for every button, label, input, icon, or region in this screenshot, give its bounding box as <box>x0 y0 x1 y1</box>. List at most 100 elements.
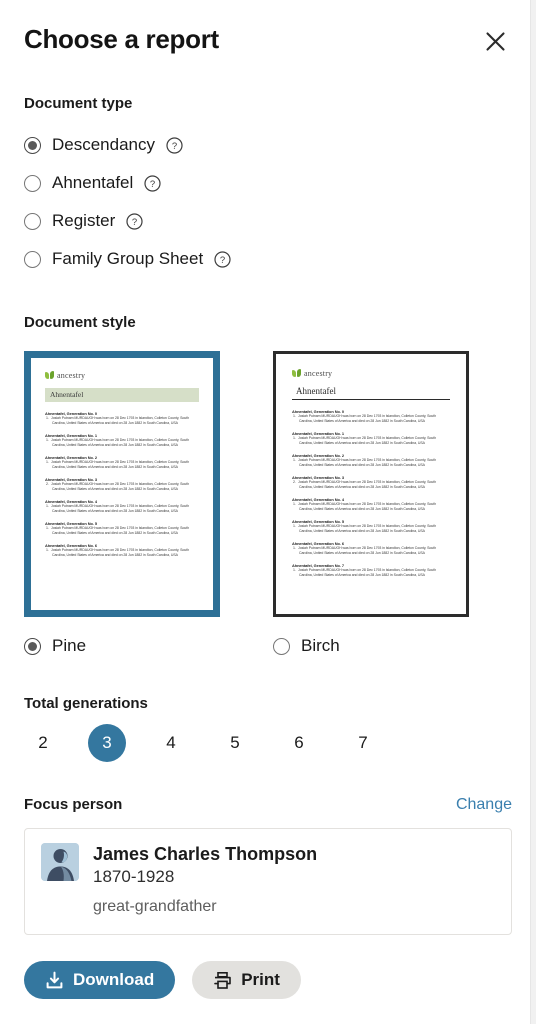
style-label: Birch <box>301 636 340 655</box>
pine-preview-thumbnail[interactable]: ancestry Ahnentafel Ahnentafel, Generati… <box>24 351 220 617</box>
preview-entry-text: Josiah Putnam MURDAUGH was born on 28 De… <box>51 482 189 491</box>
preview-entry-text: Josiah Putnam MURDAUGH was born on 28 De… <box>51 548 189 557</box>
dialog-actions: Download Print <box>24 961 512 999</box>
preview-entry: Ahnentafel, Generation No. 3 2. Josiah Pu… <box>45 477 199 492</box>
print-label: Print <box>241 970 280 989</box>
birch-preview-thumbnail[interactable]: ancestry Ahnentafel Ahnentafel, Generati… <box>273 351 469 617</box>
radio-option-family-group-sheet[interactable]: Family Group Sheet ? <box>24 240 512 278</box>
preview-entry-body: 2. Josiah Putnam MURDAUGH was born on 28 … <box>292 480 450 490</box>
preview-entry: Ahnentafel, Generation No. 2 1. Josiah Pu… <box>292 453 450 468</box>
radio-indicator[interactable] <box>24 250 41 268</box>
radio-label: Descendancy <box>52 135 156 154</box>
preview-entry-text: Josiah Putnam MURDAUGH was born on 28 De… <box>51 460 189 469</box>
preview-entry: Ahnentafel, Generation No. 5 1. Josiah Pu… <box>292 519 450 534</box>
radio-label: Family Group Sheet <box>52 249 204 268</box>
help-icon[interactable]: ? <box>214 250 231 268</box>
generation-option-2[interactable]: 2 <box>24 724 62 762</box>
generation-option-6[interactable]: 6 <box>280 724 318 762</box>
radio-option-ahnentafel[interactable]: Ahnentafel ? <box>24 164 512 202</box>
preview-entry: Ahnentafel, Generation No. 4 1. Josiah Pu… <box>292 497 450 512</box>
print-button[interactable]: Print <box>192 961 301 999</box>
preview-entry-text: Josiah Putnam MURDAUGH was born on 28 De… <box>298 502 436 511</box>
preview-entry-text: Josiah Putnam MURDAUGH was born on 28 De… <box>298 414 436 423</box>
preview-entry-body: 1. Josiah Putnam MURDAUGH was born on 28 … <box>292 458 450 468</box>
radio-indicator[interactable] <box>24 212 41 230</box>
help-icon[interactable]: ? <box>126 212 143 230</box>
radio-indicator[interactable] <box>24 136 41 154</box>
svg-text:?: ? <box>150 179 155 190</box>
generation-option-4[interactable]: 4 <box>152 724 190 762</box>
style-option-pine[interactable]: ancestry Ahnentafel Ahnentafel, Generati… <box>24 351 220 661</box>
total-generations-heading: Total generations <box>24 695 148 712</box>
avatar <box>41 843 79 881</box>
preview-entry-text: Josiah Putnam MURDAUGH was born on 28 De… <box>298 458 436 467</box>
vertical-scrollbar[interactable] <box>530 0 536 1024</box>
preview-entry: Ahnentafel, Generation No. 4 1. Josiah Pu… <box>45 499 199 514</box>
radio-option-descendancy[interactable]: Descendancy ? <box>24 126 512 164</box>
preview-entry: Ahnentafel, Generation No. 5 1. Josiah Pu… <box>45 521 199 536</box>
preview-doc-title: Ahnentafel <box>292 386 450 400</box>
print-icon <box>213 971 241 990</box>
preview-entry-body: 1. Josiah Putnam MURDAUGH was born on 28 … <box>292 414 450 424</box>
preview-page: ancestry Ahnentafel Ahnentafel, Generati… <box>276 354 466 614</box>
ancestry-logo: ancestry <box>292 368 450 379</box>
close-button[interactable] <box>478 24 512 58</box>
radio-indicator[interactable] <box>24 174 41 192</box>
focus-person-card[interactable]: James Charles Thompson 1870-1928 great-g… <box>24 828 512 935</box>
close-icon <box>485 31 506 52</box>
focus-person-relationship: great-grandfather <box>93 898 217 915</box>
preview-entry-body: 1. Josiah Putnam MURDAUGH was born on 28 … <box>45 526 199 536</box>
generation-option-7[interactable]: 7 <box>344 724 382 762</box>
style-label: Pine <box>52 636 87 655</box>
preview-entry: Ahnentafel, Generation No. 6 1. Josiah Pu… <box>45 543 199 558</box>
preview-entry: Ahnentafel, Generation No. 1 1. Josiah Pu… <box>45 433 199 448</box>
generation-option-3[interactable]: 3 <box>88 724 126 762</box>
preview-entry-body: 1. Josiah Putnam MURDAUGH was born on 28 … <box>292 436 450 446</box>
leaf-icon <box>45 371 54 380</box>
radio-option-register[interactable]: Register ? <box>24 202 512 240</box>
style-radio-birch[interactable]: Birch <box>273 631 469 661</box>
download-button[interactable]: Download <box>24 961 176 999</box>
focus-person-heading: Focus person <box>24 796 123 813</box>
preview-entry-body: 1. Josiah Putnam MURDAUGH was born on 28 … <box>45 504 199 514</box>
preview-entry-text: Josiah Putnam MURDAUGH was born on 28 De… <box>51 504 189 513</box>
preview-page: ancestry Ahnentafel Ahnentafel, Generati… <box>31 358 213 610</box>
preview-entry: Ahnentafel, Generation No. 6 1. Josiah Pu… <box>292 541 450 556</box>
leaf-icon <box>292 369 301 378</box>
svg-text:?: ? <box>172 141 177 152</box>
radio-indicator[interactable] <box>273 637 290 655</box>
focus-person-info: James Charles Thompson 1870-1928 great-g… <box>93 843 317 918</box>
dialog-header: Choose a report <box>24 0 512 58</box>
brand-name: ancestry <box>57 371 86 380</box>
preview-entry-body: 1. Josiah Putnam MURDAUGH was born on 28 … <box>45 460 199 470</box>
style-radio-pine[interactable]: Pine <box>24 631 220 661</box>
focus-person-name: James Charles Thompson <box>93 844 318 864</box>
help-icon[interactable]: ? <box>166 136 183 154</box>
preview-entry-text: Josiah Putnam MURDAUGH was born on 28 De… <box>51 416 189 425</box>
preview-doc-title: Ahnentafel <box>45 388 199 402</box>
preview-entry: Ahnentafel, Generation No. 3 2. Josiah Pu… <box>292 475 450 490</box>
generations-selector: 2 3 4 5 6 7 <box>24 722 512 764</box>
preview-entry: Ahnentafel, Generation No. 7 1. Josiah Pu… <box>292 563 450 578</box>
help-icon[interactable]: ? <box>144 174 161 192</box>
preview-entry-body: 1. Josiah Putnam MURDAUGH was born on 28 … <box>292 502 450 512</box>
preview-entry-text: Josiah Putnam MURDAUGH was born on 28 De… <box>298 568 436 577</box>
document-style-options: ancestry Ahnentafel Ahnentafel, Generati… <box>24 351 512 661</box>
focus-person-years: 1870-1928 <box>93 867 175 886</box>
svg-text:?: ? <box>220 255 225 266</box>
style-option-birch[interactable]: ancestry Ahnentafel Ahnentafel, Generati… <box>273 351 469 661</box>
download-icon <box>45 971 73 990</box>
radio-indicator[interactable] <box>24 637 41 655</box>
preview-entry-body: 2. Josiah Putnam MURDAUGH was born on 28 … <box>45 482 199 492</box>
preview-entry-body: 1. Josiah Putnam MURDAUGH was born on 28 … <box>292 568 450 578</box>
document-type-radio-group: Descendancy ? Ahnentafel ? Register ? Fa… <box>24 126 512 278</box>
document-type-heading: Document type <box>24 95 133 112</box>
ancestry-logo: ancestry <box>45 370 199 381</box>
generation-option-5[interactable]: 5 <box>216 724 254 762</box>
preview-entry: Ahnentafel, Generation No. 2 1. Josiah Pu… <box>45 455 199 470</box>
preview-entry-text: Josiah Putnam MURDAUGH was born on 28 De… <box>51 526 189 535</box>
preview-entry-body: 1. Josiah Putnam MURDAUGH was born on 28 … <box>45 548 199 558</box>
change-focus-person-link[interactable]: Change <box>456 796 512 814</box>
preview-entry-text: Josiah Putnam MURDAUGH was born on 28 De… <box>298 524 436 533</box>
preview-entry: Ahnentafel, Generation No. 0 1. Josiah Pu… <box>292 409 450 424</box>
